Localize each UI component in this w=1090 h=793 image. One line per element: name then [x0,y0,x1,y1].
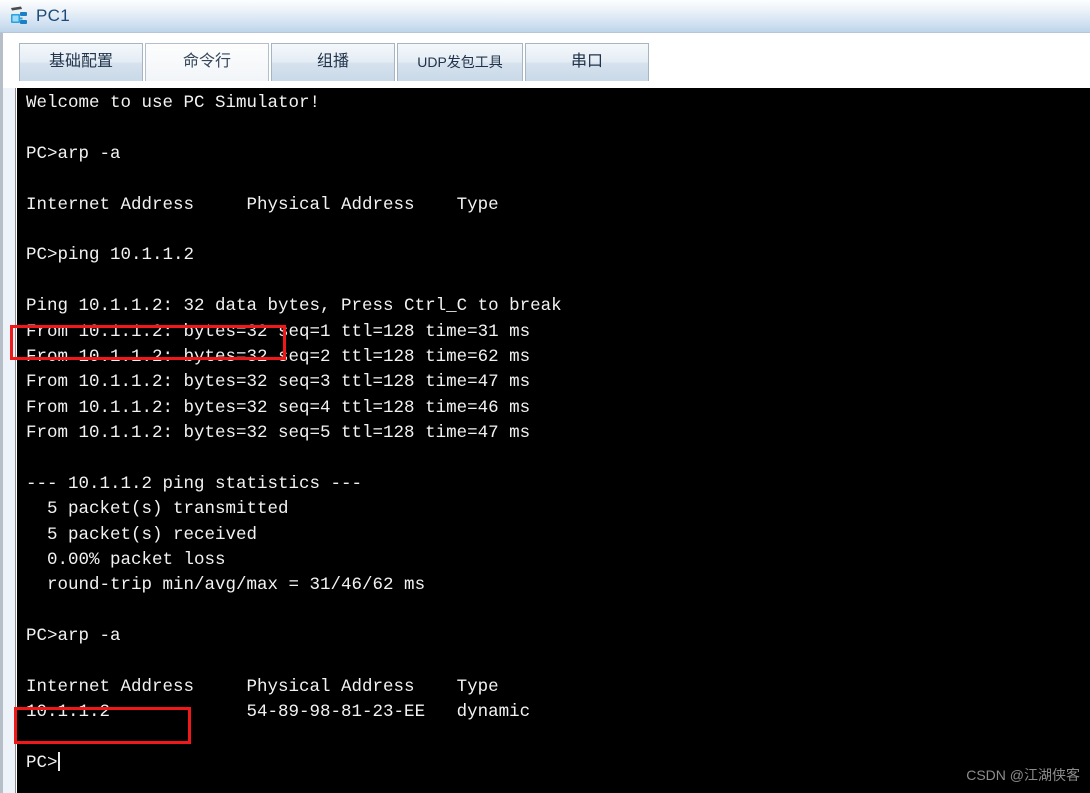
terminal-line: From 10.1.1.2: bytes=32 seq=2 ttl=128 ti… [26,346,531,367]
terminal-line: From 10.1.1.2: bytes=32 seq=5 ttl=128 ti… [26,423,531,444]
tab-command-line[interactable]: 命令行 [145,43,269,81]
terminal-line: Welcome to use PC Simulator! [26,93,321,113]
tab-basic-config[interactable]: 基础配置 [19,43,143,81]
terminal-line: --- 10.1.1.2 ping statistics --- [26,473,363,494]
tab-udp-packet-tool[interactable]: UDP发包工具 [397,43,523,81]
tab-serial-port[interactable]: 串口 [525,43,649,81]
terminal-console[interactable]: Welcome to use PC Simulator! PC>arp -a Int… [17,88,1090,793]
tab-multicast[interactable]: 组播 [271,43,395,81]
terminal-line: 5 packet(s) transmitted [26,499,289,520]
terminal-line: 0.00% packet loss [26,550,226,571]
tab-multicast-label: 组播 [316,52,349,70]
terminal-cursor [57,752,60,772]
terminal-line: round-trip min/avg/max = 31/46/62 ms [26,575,426,596]
tab-udp-packet-tool-label: UDP发包工具 [417,53,503,70]
tab-basic-config-label: 基础配置 [48,52,113,70]
tab-serial-port-label: 串口 [570,52,603,70]
pc-network-icon [8,5,30,27]
terminal-line: Ping 10.1.1.2: 32 data bytes, Press Ctrl… [26,296,562,317]
window-body: 基础配置 命令行 组播 UDP发包工具 串口 Welcome to use PC… [0,33,1090,793]
terminal-line: 5 packet(s) received [26,524,258,545]
terminal-panel: Welcome to use PC Simulator! PC>arp -a Int… [3,88,1090,793]
terminal-line: PC>arp -a [26,626,121,647]
terminal-line: From 10.1.1.2: bytes=32 seq=1 ttl=128 ti… [26,321,531,342]
tab-command-line-label: 命令行 [182,52,231,70]
watermark-text: CSDN @江湖侠客 [966,767,1080,783]
terminal-line: From 10.1.1.2: bytes=32 seq=3 ttl=128 ti… [26,372,531,393]
terminal-line: From 10.1.1.2: bytes=32 seq=4 ttl=128 ti… [26,397,531,418]
window-title: PC1 [36,6,70,25]
terminal-line: Internet Address Physical Address Type [26,194,499,215]
terminal-gutter [3,88,16,793]
window-titlebar: PC1 [0,0,1090,33]
terminal-prompt-line: PC> [26,751,562,776]
terminal-line: PC>arp -a [26,143,121,164]
terminal-output: Welcome to use PC Simulator! PC>arp -a Int… [26,91,562,777]
terminal-line: PC>ping 10.1.1.2 [26,245,195,266]
terminal-line: 10.1.1.2 54-89-98-81-23-EE dynamic [26,702,531,723]
terminal-line: Internet Address Physical Address Type [26,676,499,697]
tab-bar: 基础配置 命令行 组播 UDP发包工具 串口 [3,33,1090,88]
terminal-prompt: PC> [26,753,58,774]
